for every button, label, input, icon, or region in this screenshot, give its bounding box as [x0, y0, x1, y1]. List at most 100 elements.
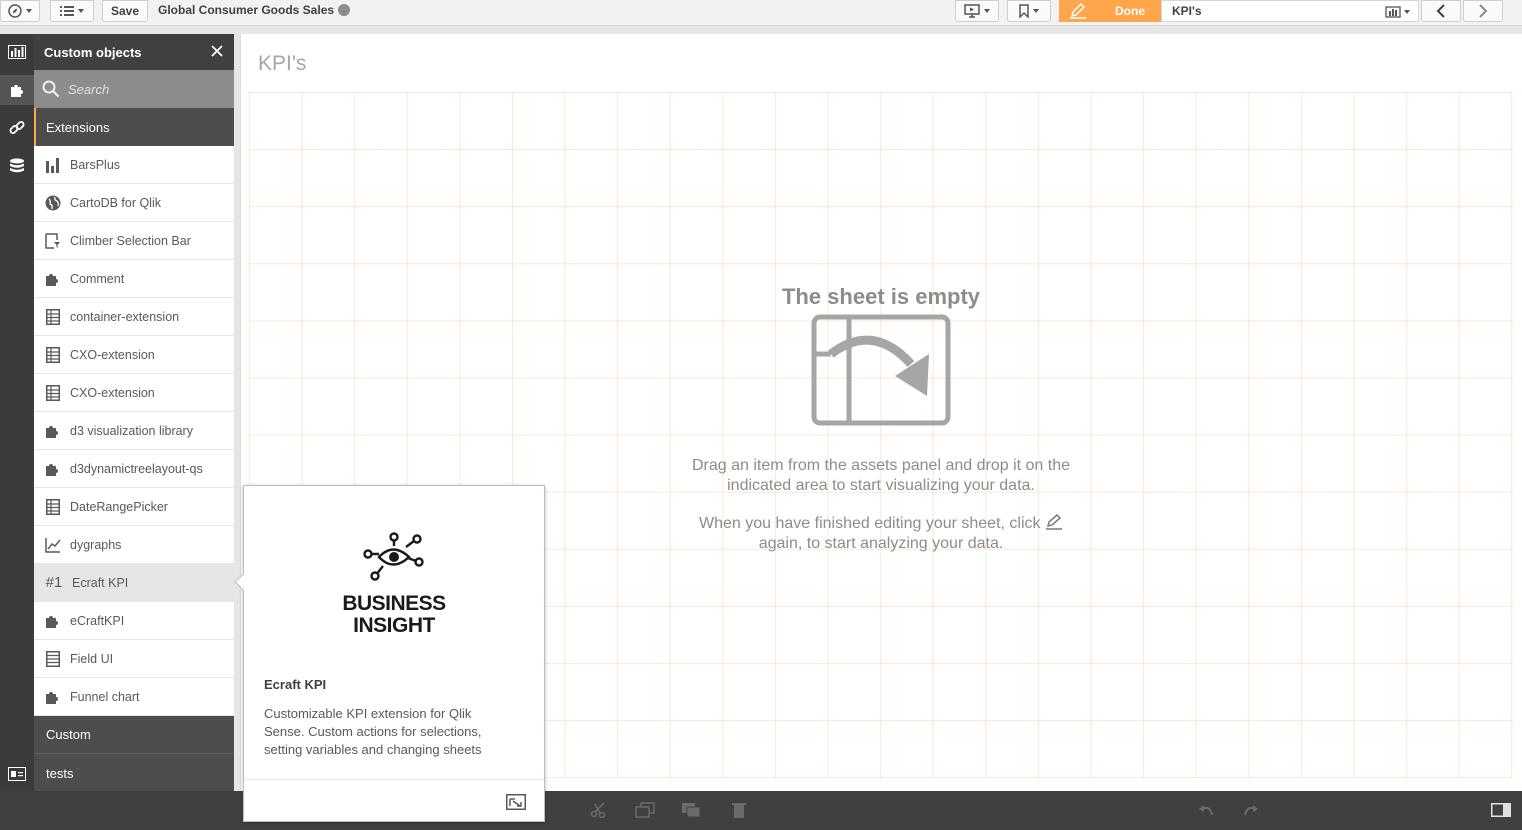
list-item[interactable]: DateRangePicker	[34, 488, 234, 526]
list-item-label: eCraftKPI	[70, 613, 125, 628]
bookmark-menu-button[interactable]	[1007, 0, 1051, 22]
redo-icon	[1244, 805, 1258, 816]
done-label: Done	[1115, 4, 1145, 18]
list-item[interactable]: Field UI	[34, 640, 234, 678]
master-items-tab[interactable]	[0, 113, 34, 143]
sheet-menu-button[interactable]	[1385, 5, 1410, 18]
extension-preview-popover: BUSINESS INSIGHT Ecraft KPI Customizable…	[234, 485, 545, 822]
bookmark-icon	[1019, 4, 1029, 18]
app-title: Global Consumer Goods Sales	[158, 3, 351, 17]
sheets-icon	[1385, 6, 1401, 18]
list-icon	[44, 650, 62, 668]
sheet-name-field[interactable]: KPI's	[1161, 0, 1419, 22]
previous-sheet-button[interactable]	[1421, 0, 1461, 22]
list-item-label: BarsPlus	[70, 157, 121, 172]
list-item[interactable]: BarsPlus	[34, 146, 234, 184]
list-item-label: Ecraft KPI	[72, 575, 129, 590]
global-menu-button[interactable]	[50, 0, 94, 22]
table-icon	[44, 308, 62, 326]
puzzle-icon	[44, 270, 62, 288]
puzzle-icon	[44, 612, 62, 630]
top-toolbar: Save Global Consumer Goods Sales Done KP…	[0, 0, 1522, 26]
cut-button[interactable]	[588, 800, 610, 820]
story-menu-button[interactable]	[955, 0, 999, 22]
empty-sheet-title: The sheet is empty	[781, 284, 981, 309]
list-item-label: Field UI	[70, 651, 114, 666]
puzzle-icon	[44, 460, 62, 478]
logo-text: BUSINESS INSIGHT	[244, 593, 544, 637]
paste-icon	[682, 803, 701, 818]
extensions-list: BarsPlus CartoDB for Qlik Climber Select…	[34, 146, 234, 716]
published-status-icon	[338, 4, 351, 16]
fields-tab[interactable]	[0, 151, 34, 181]
properties-panel-toggle[interactable]	[1490, 800, 1512, 820]
list-item[interactable]: eCraftKPI	[34, 602, 234, 640]
list-item-label: d3 visualization library	[70, 423, 193, 438]
toggle-assets-button[interactable]	[0, 759, 34, 789]
logo-line1: BUSINESS	[342, 592, 446, 615]
list-item-label: CXO-extension	[70, 385, 155, 400]
list-item[interactable]: d3dynamictreelayout-qs	[34, 450, 234, 488]
line-chart-icon	[44, 536, 62, 554]
copy-button[interactable]	[634, 800, 656, 820]
next-sheet-button[interactable]	[1463, 0, 1503, 22]
navigation-menu-button[interactable]	[0, 0, 40, 22]
custom-objects-tab[interactable]	[0, 75, 34, 105]
empty-sheet-instructions: Drag an item from the assets panel and d…	[692, 457, 1070, 494]
bar-chart-icon	[44, 156, 62, 174]
hint-text-part2: again, to start analyzing your data.	[758, 535, 1004, 552]
list-item[interactable]: dygraphs	[34, 526, 234, 564]
filter-pane-icon	[44, 232, 62, 250]
list-item[interactable]: Comment	[34, 260, 234, 298]
table-icon	[44, 384, 62, 402]
list-item-label: dygraphs	[70, 537, 122, 552]
search-input[interactable]	[68, 81, 218, 97]
list-item[interactable]: Funnel chart	[34, 678, 234, 716]
save-button[interactable]: Save	[102, 0, 148, 22]
redo-button[interactable]	[1240, 800, 1262, 820]
assets-panel: Custom objects Extensions BarsPlus Carto…	[34, 34, 234, 792]
list-item[interactable]: container-extension	[34, 298, 234, 336]
table-icon	[44, 346, 62, 364]
sheet-name-text: KPI's	[1172, 4, 1202, 18]
undo-button[interactable]	[1195, 800, 1217, 820]
list-item[interactable]: CXO-extension	[34, 336, 234, 374]
section-custom[interactable]: Custom	[34, 716, 234, 754]
done-editing-button[interactable]: Done	[1059, 0, 1161, 22]
puzzle-icon	[44, 422, 62, 440]
chevron-left-icon	[1436, 4, 1445, 18]
list-item[interactable]: d3 visualization library	[34, 412, 234, 450]
add-to-sheet-icon[interactable]	[506, 794, 526, 810]
app-title-text: Global Consumer Goods Sales	[158, 3, 335, 17]
list-item-label: CartoDB for Qlik	[70, 195, 161, 210]
charts-tab[interactable]	[0, 37, 34, 67]
network-eye-icon	[363, 532, 424, 581]
assets-panel-header: Custom objects	[34, 34, 234, 70]
list-item-label: Comment	[70, 271, 125, 286]
assets-icon-bar	[0, 34, 34, 791]
list-item-label: Funnel chart	[70, 689, 140, 704]
globe-icon	[44, 194, 62, 212]
sheet-title[interactable]: KPI's	[258, 52, 306, 76]
trash-icon	[732, 803, 746, 818]
section-tests[interactable]: tests	[34, 754, 234, 792]
chevron-right-icon	[1479, 4, 1488, 18]
drag-drop-icon	[811, 314, 951, 426]
paste-button[interactable]	[680, 800, 702, 820]
chevron-down-icon	[78, 9, 84, 13]
chevron-down-icon	[984, 9, 990, 13]
list-item-selected[interactable]: #1 Ecraft KPI	[34, 564, 234, 602]
list-item-label: Climber Selection Bar	[70, 233, 191, 248]
chevron-down-icon	[26, 9, 32, 13]
delete-button[interactable]	[728, 800, 750, 820]
list-item[interactable]: CXO-extension	[34, 374, 234, 412]
puzzle-icon	[44, 688, 62, 706]
list-item[interactable]: CartoDB for Qlik	[34, 184, 234, 222]
panel-toggle-icon	[8, 767, 26, 781]
chevron-down-icon	[1404, 9, 1410, 14]
list-item[interactable]: Climber Selection Bar	[34, 222, 234, 260]
database-icon	[10, 158, 24, 173]
panel-title: Custom objects	[44, 44, 142, 60]
close-icon[interactable]	[210, 44, 224, 58]
section-extensions[interactable]: Extensions	[34, 108, 234, 146]
